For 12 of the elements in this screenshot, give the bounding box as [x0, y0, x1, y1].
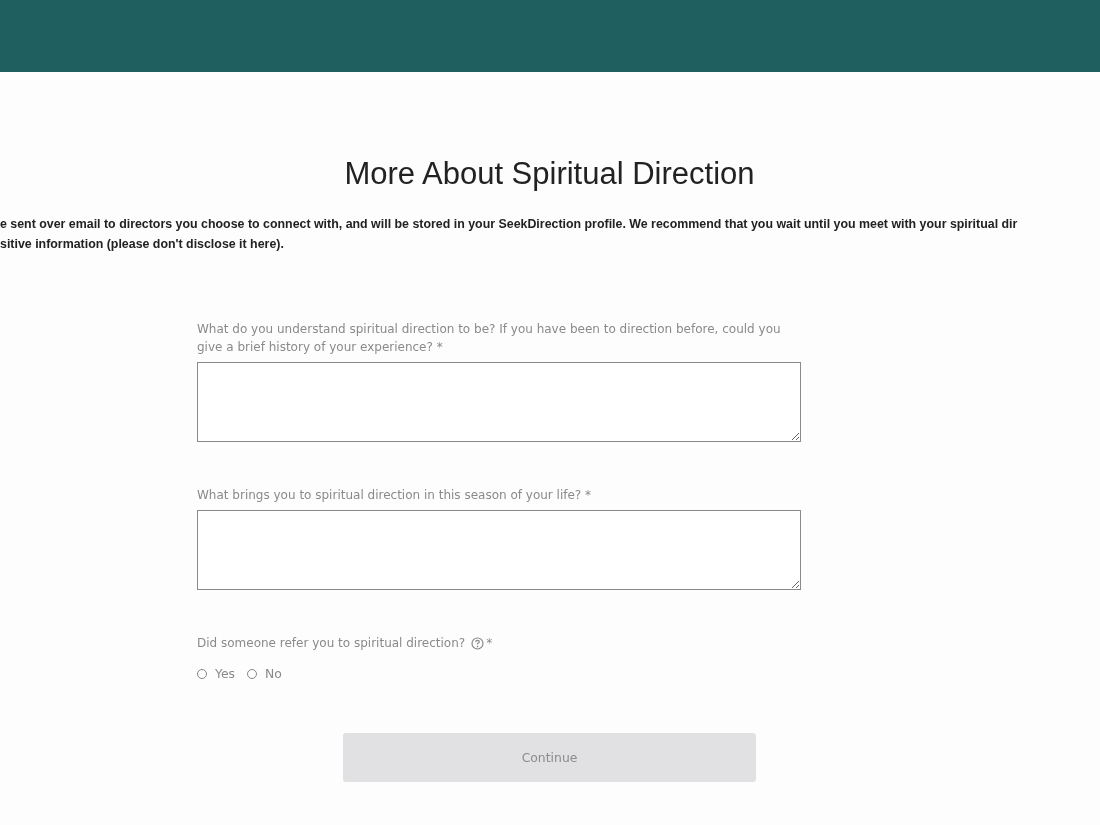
option-label[interactable]: Yes [215, 666, 235, 681]
required-mark: * [486, 635, 493, 652]
page-title: More About Spiritual Direction [343, 155, 756, 193]
answer-box[interactable] [197, 510, 801, 590]
intro-text: e sent over email to directors you choose to connect with, and will be stored in your SeekDirection profile. We recommend that you wait until you meet with your spiritual dir [0, 216, 1018, 233]
intro-text: sitive information (please don't disclose it here). [0, 236, 284, 253]
help-icon[interactable] [471, 636, 485, 650]
answer-box[interactable] [197, 362, 801, 442]
question-label: What brings you to spiritual direction in this season of your life? * [197, 487, 592, 504]
option-label[interactable]: No [265, 666, 282, 681]
question-label: Did someone refer you to spiritual direction? [197, 635, 466, 652]
question-label: What do you understand spiritual direction to be? If you have been to direction before, could you give a brief history of your experience? * [197, 321, 782, 356]
